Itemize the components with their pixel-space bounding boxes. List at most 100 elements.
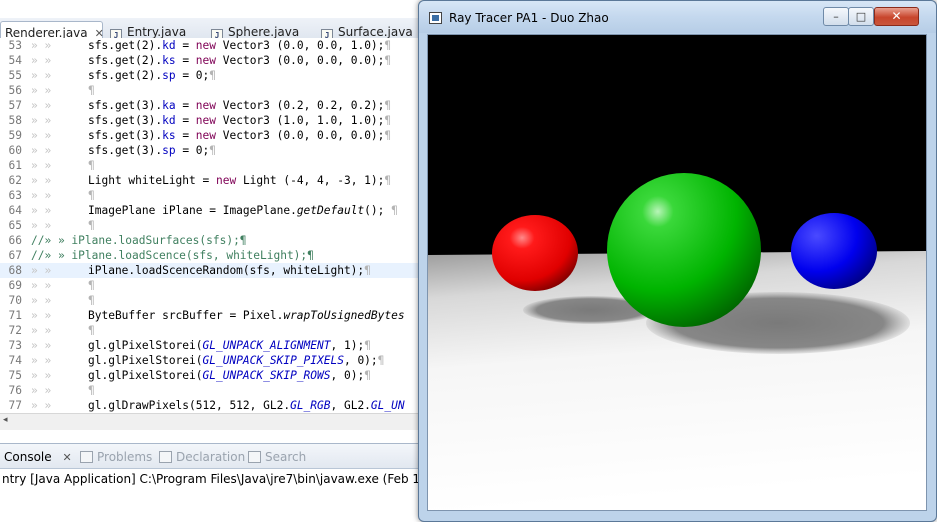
green-sphere [607, 173, 761, 327]
code-text: gl.glDrawPixels(512, 512, GL2.GL_RGB, GL… [88, 399, 405, 412]
close-icon[interactable]: ✕ [62, 450, 71, 466]
code-line[interactable]: 69 » » ¶ [0, 278, 420, 293]
line-number: 73 [8, 339, 22, 352]
line-number: 72 [8, 324, 22, 337]
code-line[interactable]: 55 » » sfs.get(2).sp = 0;¶ [0, 68, 420, 83]
code-text: ¶ [88, 159, 95, 172]
tab-label: Console [4, 450, 52, 464]
line-number: 66 [8, 234, 22, 247]
code-text: gl.glPixelStorei(GL_UNPACK_SKIP_PIXELS, … [88, 354, 385, 367]
tab-label: Search [265, 450, 307, 464]
code-line[interactable]: 53 » » sfs.get(2).kd = new Vector3 (0.0, 0… [0, 38, 420, 53]
tab-label: Surface.java [338, 25, 413, 39]
code-line[interactable]: 66 //» » iPlane.loadSurfaces(sfs);¶ [0, 233, 420, 248]
whitespace-marker: » » [31, 129, 52, 142]
ray-tracer-window: Ray Tracer PA1 - Duo Zhao – □ ✕ [418, 0, 937, 522]
code-line[interactable]: 61 » » ¶ [0, 158, 420, 173]
whitespace-marker: » » [31, 279, 52, 292]
tab-declaration[interactable]: Declaration [159, 449, 245, 465]
code-text: ¶ [88, 279, 95, 292]
tab-label: Declaration [176, 450, 246, 464]
problems-icon [80, 451, 93, 463]
whitespace-marker: » » [31, 294, 52, 307]
line-number: 68 [8, 264, 22, 277]
code-line[interactable]: 71 » » ByteBuffer srcBuffer = Pixel.wrapTo… [0, 308, 420, 323]
code-text: sfs.get(3).ks = new Vector3 (0.0, 0.0, 0… [88, 129, 392, 142]
line-number: 71 [8, 309, 22, 322]
whitespace-marker: » » [31, 69, 52, 82]
line-number: 76 [8, 384, 22, 397]
window-titlebar[interactable]: Ray Tracer PA1 - Duo Zhao – □ ✕ [419, 1, 936, 33]
whitespace-marker: » » [31, 384, 52, 397]
code-line[interactable]: 54 » » sfs.get(2).ks = new Vector3 (0.0, 0… [0, 53, 420, 68]
code-text: sfs.get(2).kd = new Vector3 (0.0, 0.0, 1… [88, 39, 392, 52]
code-line[interactable]: 58 » » sfs.get(3).kd = new Vector3 (1.0, 1… [0, 113, 420, 128]
code-text: sfs.get(2).ks = new Vector3 (0.0, 0.0, 0… [88, 54, 392, 67]
code-text: //» » iPlane.loadScence(sfs, whiteLight)… [31, 249, 314, 262]
blue-sphere [791, 213, 877, 289]
code-line[interactable]: 57 » » sfs.get(3).ka = new Vector3 (0.2, 0… [0, 98, 420, 113]
line-number: 53 [8, 39, 22, 52]
whitespace-marker: » » [31, 159, 52, 172]
code-line[interactable]: 68 » » iPlane.loadScenceRandom(sfs, whiteL… [0, 263, 420, 278]
code-line[interactable]: 63 » » ¶ [0, 188, 420, 203]
whitespace-marker: » » [31, 54, 52, 67]
line-number: 74 [8, 354, 22, 367]
whitespace-marker: » » [31, 189, 52, 202]
code-line[interactable]: 59 » » sfs.get(3).ks = new Vector3 (0.0, 0… [0, 128, 420, 143]
whitespace-marker: » » [31, 369, 52, 382]
whitespace-marker: » » [31, 219, 52, 232]
code-text: ¶ [88, 84, 95, 97]
code-line[interactable]: 65 » » ¶ [0, 218, 420, 233]
rendered-scene [428, 35, 926, 510]
code-text: ImagePlane iPlane = ImagePlane.getDefaul… [88, 204, 398, 217]
code-line[interactable]: 73 » » gl.glPixelStorei(GL_UNPACK_ALIGNMEN… [0, 338, 420, 353]
code-line[interactable]: 74 » » gl.glPixelStorei(GL_UNPACK_SKIP_PIX… [0, 353, 420, 368]
code-line[interactable]: 72 » » ¶ [0, 323, 420, 338]
line-number: 69 [8, 279, 22, 292]
whitespace-marker: » » [31, 174, 52, 187]
tab-label: Entry.java [127, 25, 187, 39]
whitespace-marker: » » [31, 84, 52, 97]
tab-problems[interactable]: Problems [80, 449, 152, 465]
code-line[interactable]: 67 //» » iPlane.loadScence(sfs, whiteLigh… [0, 248, 420, 263]
code-line[interactable]: 76 » » ¶ [0, 383, 420, 398]
whitespace-marker: » » [31, 309, 52, 322]
code-editor[interactable]: 53 » » sfs.get(2).kd = new Vector3 (0.0, 0… [0, 38, 420, 413]
code-text: ¶ [88, 294, 95, 307]
minimize-button[interactable]: – [823, 7, 849, 26]
code-text: sfs.get(3).kd = new Vector3 (1.0, 1.0, 1… [88, 114, 392, 127]
code-line[interactable]: 75 » » gl.glPixelStorei(GL_UNPACK_SKIP_ROW… [0, 368, 420, 383]
line-number: 64 [8, 204, 22, 217]
line-number: 54 [8, 54, 22, 67]
whitespace-marker: » » [31, 354, 52, 367]
horizontal-scrollbar[interactable]: ◂ [0, 413, 420, 430]
scroll-left-icon[interactable]: ◂ [3, 415, 8, 425]
code-line[interactable]: 60 » » sfs.get(3).sp = 0;¶ [0, 143, 420, 158]
line-number: 62 [8, 174, 22, 187]
whitespace-marker: » » [31, 324, 52, 337]
code-line[interactable]: 62 » » Light whiteLight = new Light (-4, 4… [0, 173, 420, 188]
tab-console[interactable]: Console ✕ [4, 449, 72, 466]
code-text: sfs.get(3).sp = 0;¶ [88, 144, 217, 157]
close-button[interactable]: ✕ [874, 7, 919, 26]
line-number: 55 [8, 69, 22, 82]
line-number: 60 [8, 144, 22, 157]
java-app-icon [429, 12, 442, 24]
code-line[interactable]: 77 » » gl.glDrawPixels(512, 512, GL2.GL_RG… [0, 398, 420, 413]
line-number: 59 [8, 129, 22, 142]
code-line[interactable]: 56 » » ¶ [0, 83, 420, 98]
whitespace-marker: » » [31, 399, 52, 412]
tab-label: Problems [97, 450, 153, 464]
whitespace-marker: » » [31, 114, 52, 127]
maximize-button[interactable]: □ [848, 7, 874, 26]
whitespace-marker: » » [31, 99, 52, 112]
code-line[interactable]: 70 » » ¶ [0, 293, 420, 308]
tab-search[interactable]: Search [248, 449, 306, 465]
code-text: iPlane.loadScenceRandom(sfs, whiteLight)… [88, 264, 371, 277]
whitespace-marker: » » [31, 204, 52, 217]
code-text: ¶ [88, 324, 95, 337]
code-line[interactable]: 64 » » ImagePlane iPlane = ImagePlane.getD… [0, 203, 420, 218]
line-number: 56 [8, 84, 22, 97]
whitespace-marker: » » [31, 264, 52, 277]
